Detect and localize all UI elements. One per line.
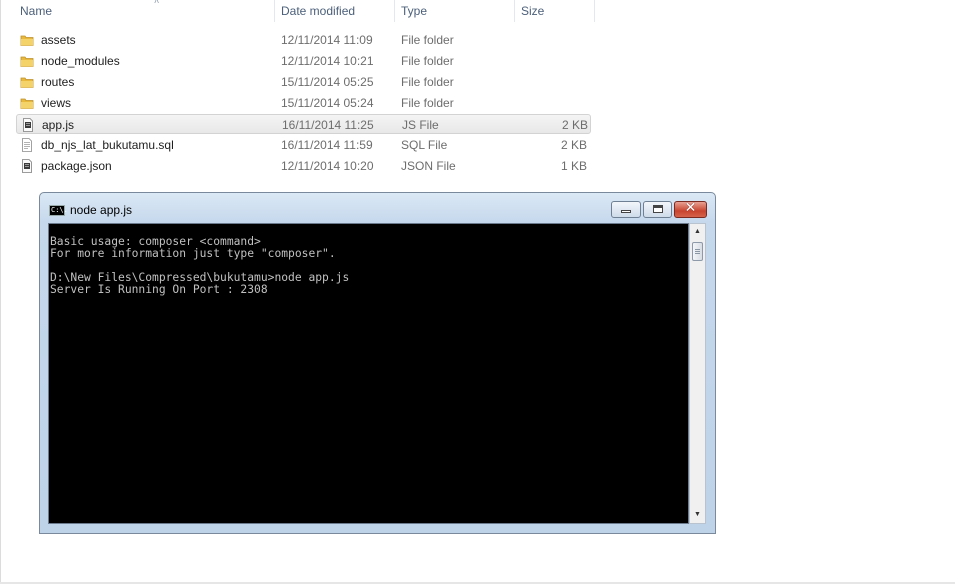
file-type: JSON File — [401, 159, 456, 173]
column-header-date-modified[interactable]: Date modified — [275, 0, 395, 22]
sort-ascending-icon: ˄ — [154, 0, 160, 6]
file-row-routes[interactable]: routes 15/11/2014 05:25 File folder — [16, 72, 591, 92]
file-size: 2 KB — [560, 138, 587, 152]
column-header-bar: Name ˄ Date modified Type Size — [0, 0, 596, 22]
scroll-up-arrow-icon[interactable]: ▲ — [690, 224, 705, 240]
grip-line — [695, 253, 700, 254]
file-row-db-sql[interactable]: db_njs_lat_bukutamu.sql 16/11/2014 11:59… — [16, 135, 591, 155]
file-date: 15/11/2014 05:25 — [281, 75, 374, 89]
file-type: JS File — [402, 118, 439, 132]
close-icon: ✕ — [684, 200, 697, 216]
file-row-package-json[interactable]: package.json 12/11/2014 10:20 JSON File … — [16, 156, 591, 176]
file-date: 16/11/2014 11:59 — [281, 138, 373, 152]
script-file-icon — [22, 159, 32, 173]
file-size: 1 KB — [560, 159, 587, 173]
window-controls: ✕ — [611, 200, 707, 219]
file-size — [516, 72, 587, 92]
maximize-icon — [653, 205, 663, 213]
close-button[interactable]: ✕ — [674, 200, 707, 218]
column-header-type[interactable]: Type — [395, 0, 515, 22]
grip-line — [695, 251, 700, 252]
file-size — [516, 30, 587, 50]
file-date: 12/11/2014 11:09 — [281, 33, 373, 47]
file-name: package.json — [41, 159, 112, 173]
file-type: File folder — [401, 96, 454, 110]
folder-icon — [20, 98, 34, 109]
file-date: 16/11/2014 11:25 — [282, 118, 374, 132]
script-file-icon — [23, 118, 33, 132]
column-header-name-label: Name — [20, 4, 53, 18]
file-type: File folder — [401, 75, 454, 89]
console-output-area[interactable]: Basic usage: composer <command> For more… — [48, 223, 689, 524]
file-row-views[interactable]: views 15/11/2014 05:24 File folder — [16, 93, 591, 113]
file-date: 12/11/2014 10:21 — [281, 54, 374, 68]
file-date: 15/11/2014 05:24 — [281, 96, 374, 110]
folder-icon — [20, 35, 34, 46]
file-name: assets — [41, 33, 76, 47]
minimize-button[interactable] — [611, 201, 641, 218]
file-type: File folder — [401, 54, 454, 68]
folder-icon — [20, 77, 34, 88]
file-type: File folder — [401, 33, 454, 47]
console-window-title: node app.js — [70, 203, 133, 217]
file-size: 2 KB — [561, 118, 588, 132]
text-file-icon — [22, 138, 32, 152]
console-output-text: Basic usage: composer <command> For more… — [50, 235, 350, 296]
file-date: 12/11/2014 10:20 — [281, 159, 374, 173]
grip-line — [695, 249, 700, 250]
column-header-date-label: Date modified — [281, 4, 356, 18]
scrollbar-thumb[interactable] — [692, 242, 703, 261]
minimize-icon — [621, 210, 631, 213]
file-type: SQL File — [401, 138, 448, 152]
console-scrollbar[interactable]: ▲ ▼ — [689, 223, 706, 524]
file-row-node-modules[interactable]: node_modules 12/11/2014 10:21 File folde… — [16, 51, 591, 71]
column-header-type-label: Type — [401, 4, 428, 18]
file-name: views — [41, 96, 72, 110]
file-name: app.js — [42, 118, 75, 132]
file-size — [516, 93, 587, 113]
file-row-app-js[interactable]: app.js 16/11/2014 11:25 JS File 2 KB — [16, 114, 591, 134]
console-app-icon: C:\. — [49, 205, 68, 216]
column-header-size[interactable]: Size — [515, 0, 595, 22]
scroll-down-arrow-icon[interactable]: ▼ — [690, 507, 705, 523]
file-name: routes — [41, 75, 75, 89]
window-left-edge — [0, 0, 1, 584]
folder-icon — [20, 56, 34, 67]
column-header-name[interactable]: Name ˄ — [14, 0, 275, 22]
maximize-button[interactable] — [643, 201, 672, 218]
file-row-assets[interactable]: assets 12/11/2014 11:09 File folder — [16, 30, 591, 50]
column-header-size-label: Size — [521, 4, 545, 18]
console-window[interactable]: C:\. node app.js ✕ Basic usage: composer… — [39, 192, 716, 534]
file-size — [516, 51, 587, 71]
file-name: node_modules — [41, 54, 120, 68]
file-name: db_njs_lat_bukutamu.sql — [41, 138, 174, 152]
